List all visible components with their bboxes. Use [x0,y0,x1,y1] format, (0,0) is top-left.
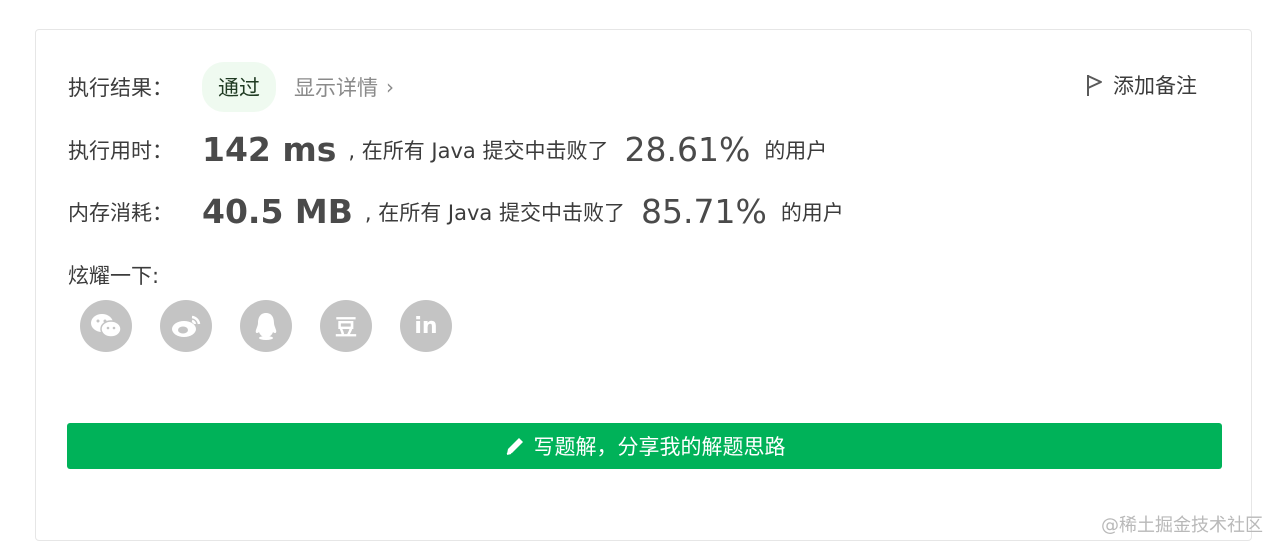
weibo-icon [172,315,201,337]
share-weibo-button[interactable] [160,300,212,352]
share-douban-button[interactable]: 豆 [320,300,372,352]
status-badge: 通过 [202,62,276,112]
runtime-suffix: 的用户 [764,138,828,163]
result-label: 执行结果： [68,76,173,100]
write-solution-button[interactable]: 写题解，分享我的解题思路 [67,423,1222,469]
runtime-beat-text: , 在所有 Java 提交中击败了 [348,138,609,163]
share-label: 炫耀一下: [68,264,160,288]
memory-beat-text: , 在所有 Java 提交中击败了 [364,200,625,225]
runtime-value: 142 ms [202,130,337,169]
show-details-label: 显示详情 [294,76,378,100]
pencil-icon [506,438,523,455]
result-row: 执行结果： 通过 显示详情 › [68,62,394,112]
memory-row: 内存消耗： 40.5 MB , 在所有 Java 提交中击败了 85.71% 的… [68,192,844,231]
memory-percent: 85.71% [640,192,767,231]
share-row-label: 炫耀一下: [68,260,202,290]
write-solution-label: 写题解，分享我的解题思路 [533,435,786,459]
submission-result-card: 执行结果： 通过 显示详情 › 添加备注 执行用时： 142 ms , 在所有 … [35,29,1252,541]
chevron-right-icon: › [386,75,394,99]
share-wechat-button[interactable] [80,300,132,352]
memory-suffix: 的用户 [780,200,844,225]
runtime-percent: 28.61% [624,130,751,169]
qq-icon [255,313,277,340]
runtime-label: 执行用时： [68,138,173,163]
add-note-button[interactable]: 添加备注 [1085,70,1197,100]
memory-label: 内存消耗： [68,200,173,225]
memory-value: 40.5 MB [202,192,353,231]
watermark: @稀土掘金技术社区 [1101,515,1263,536]
show-details-link[interactable]: 显示详情 › [294,72,394,102]
share-buttons: 豆 in [80,300,452,352]
runtime-row: 执行用时： 142 ms , 在所有 Java 提交中击败了 28.61% 的用… [68,130,827,169]
share-qq-button[interactable] [240,300,292,352]
share-linkedin-button[interactable]: in [400,300,452,352]
douban-icon: 豆 [334,316,357,341]
linkedin-icon: in [414,313,438,339]
wechat-icon [91,314,122,338]
add-note-label: 添加备注 [1113,74,1197,98]
flag-icon [1087,75,1102,96]
